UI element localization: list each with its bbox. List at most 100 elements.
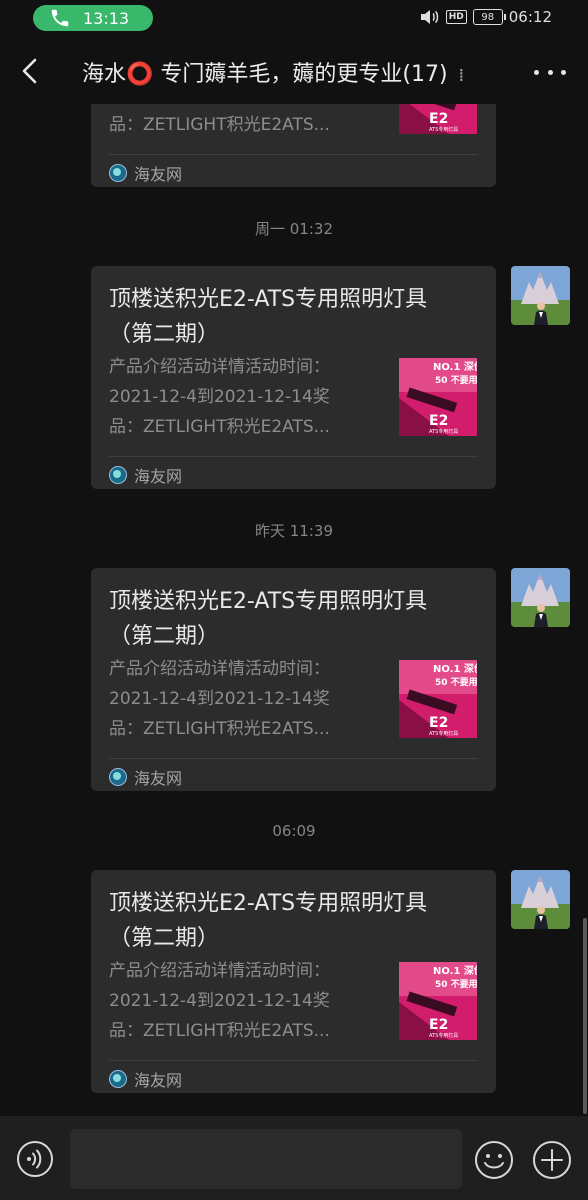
sender-avatar[interactable] bbox=[511, 266, 570, 325]
avatar-image bbox=[511, 870, 570, 929]
thumb-product: E2 bbox=[429, 413, 448, 429]
dot bbox=[561, 69, 566, 75]
link-source: 海友网 bbox=[109, 765, 182, 789]
avatar-image bbox=[511, 266, 570, 325]
thumb-headline-2: 50 不要用 bbox=[435, 979, 477, 990]
message-timestamp: 06:09 bbox=[272, 822, 316, 840]
phone-icon bbox=[51, 9, 69, 27]
title-line: 顶楼送积光E2-ATS专用照明灯具 bbox=[109, 287, 428, 312]
thumb-tagline: ATS专用灯具 bbox=[429, 126, 458, 133]
thumb-headline-1: NO.1 深创 bbox=[433, 964, 477, 977]
link-thumbnail: NO.1 深创 50 不要用 E2 ATS专用灯具 bbox=[399, 104, 477, 134]
sender-avatar[interactable] bbox=[511, 568, 570, 627]
link-card[interactable]: 顶楼送积光E2-ATS专用照明灯具 （第二期） 产品介绍活动详情活动时间： 20… bbox=[91, 266, 496, 489]
link-card[interactable]: 顶楼送积光E2-ATS专用照明灯具 （第二期） 产品介绍活动详情活动时间： 20… bbox=[91, 568, 496, 791]
link-card-title: 顶楼送积光E2-ATS专用照明灯具 （第二期） bbox=[109, 584, 479, 654]
source-name: 海友网 bbox=[134, 1071, 183, 1090]
avatar-image bbox=[511, 568, 570, 627]
status-indicators: HD 98 06:12 bbox=[420, 8, 552, 26]
desc-line: 品：ZETLIGHT积光E2ATS... bbox=[109, 115, 330, 135]
source-name: 海友网 bbox=[134, 769, 183, 788]
ongoing-call-pill[interactable]: 13:13 bbox=[33, 5, 153, 31]
desc-line: 2021-12-4到2021-12-14奖 bbox=[109, 991, 330, 1011]
link-thumbnail: NO.1 深创 50 不要用 E2 ATS专用灯具 bbox=[399, 358, 477, 436]
more-options-icon[interactable] bbox=[534, 58, 566, 86]
link-card-description: 产品介绍活动详情活动时间： 2021-12-4到2021-12-14奖 品：ZE… bbox=[109, 956, 371, 1046]
link-card-description: 产品介绍活动详情活动时间： 2021-12-4到2021-12-14奖 品：ZE… bbox=[109, 104, 371, 140]
source-logo-icon bbox=[109, 466, 127, 484]
desc-line: 品：ZETLIGHT积光E2ATS... bbox=[109, 719, 330, 739]
source-logo-icon bbox=[109, 1070, 127, 1088]
divider bbox=[109, 758, 478, 759]
message-timestamp: 周一 01:32 bbox=[255, 220, 333, 238]
chat-title-text: 海水⭕ 专门薅羊毛，薅的更专业(17) bbox=[82, 62, 448, 87]
link-thumbnail: NO.1 深创 50 不要用 E2 ATS专用灯具 bbox=[399, 660, 477, 738]
title-line: （第二期） bbox=[109, 926, 220, 951]
divider bbox=[109, 456, 478, 457]
back-arrow-icon[interactable] bbox=[14, 54, 48, 88]
thumb-product: E2 bbox=[429, 1017, 448, 1033]
title-line: 顶楼送积光E2-ATS专用照明灯具 bbox=[109, 589, 428, 614]
link-source: 海友网 bbox=[109, 463, 182, 487]
thumb-tagline: ATS专用灯具 bbox=[429, 730, 458, 737]
message-input[interactable] bbox=[70, 1129, 462, 1189]
voice-input-icon[interactable] bbox=[16, 1140, 54, 1178]
link-card-title: 顶楼送积光E2-ATS专用照明灯具 （第二期） bbox=[109, 886, 479, 956]
message-list[interactable]: 顶楼送积光E2-ATS专用照明灯具 （第二期） 产品介绍活动详情活动时间： 20… bbox=[0, 104, 588, 1116]
thumb-headline-1: NO.1 深创 bbox=[433, 662, 477, 675]
title-line: （第二期） bbox=[109, 322, 220, 347]
thumb-headline-1: NO.1 深创 bbox=[433, 360, 477, 373]
message-timestamp: 昨天 11:39 bbox=[255, 522, 333, 540]
desc-line: 产品介绍活动详情活动时间： bbox=[109, 659, 330, 679]
call-duration: 13:13 bbox=[83, 8, 130, 28]
source-logo-icon bbox=[109, 164, 127, 182]
dot bbox=[534, 69, 539, 75]
source-name: 海友网 bbox=[134, 165, 183, 184]
divider bbox=[109, 154, 478, 155]
thumb-product: E2 bbox=[429, 715, 448, 731]
desc-line: 产品介绍活动详情活动时间： bbox=[109, 357, 330, 377]
divider bbox=[109, 1060, 478, 1061]
chat-title: 海水⭕ 专门薅羊毛，薅的更专业(17) ⁞ bbox=[82, 56, 506, 88]
link-card-description: 产品介绍活动详情活动时间： 2021-12-4到2021-12-14奖 品：ZE… bbox=[109, 352, 371, 442]
thumb-tagline: ATS专用灯具 bbox=[429, 428, 458, 435]
thumb-headline-2: 50 不要用 bbox=[435, 677, 477, 688]
source-logo-icon bbox=[109, 768, 127, 786]
thumb-headline-2: 50 不要用 bbox=[435, 375, 477, 386]
desc-line: 品：ZETLIGHT积光E2ATS... bbox=[109, 1021, 330, 1041]
link-card-title: 顶楼送积光E2-ATS专用照明灯具 （第二期） bbox=[109, 282, 479, 352]
desc-line: 产品介绍活动详情活动时间： bbox=[109, 961, 330, 981]
battery-icon: 98 bbox=[472, 9, 506, 25]
battery-level: 98 bbox=[481, 11, 495, 23]
title-line: （第二期） bbox=[109, 624, 220, 649]
clock: 06:12 bbox=[508, 8, 552, 26]
link-card-description: 产品介绍活动详情活动时间： 2021-12-4到2021-12-14奖 品：ZE… bbox=[109, 654, 371, 744]
plus-icon[interactable] bbox=[532, 1140, 572, 1180]
title-line: 顶楼送积光E2-ATS专用照明灯具 bbox=[109, 891, 428, 916]
volume-icon bbox=[420, 10, 438, 24]
product-image: NO.1 深创 50 不要用 E2 ATS专用灯具 bbox=[399, 104, 477, 134]
desc-line: 品：ZETLIGHT积光E2ATS... bbox=[109, 417, 330, 437]
link-source: 海友网 bbox=[109, 1067, 182, 1091]
product-image: NO.1 深创 50 不要用 E2 ATS专用灯具 bbox=[399, 660, 477, 738]
link-card[interactable]: 顶楼送积光E2-ATS专用照明灯具 （第二期） 产品介绍活动详情活动时间： 20… bbox=[91, 104, 496, 187]
dot bbox=[547, 69, 553, 75]
hd-badge: HD bbox=[445, 10, 467, 24]
product-image: NO.1 深创 50 不要用 E2 ATS专用灯具 bbox=[399, 358, 477, 436]
scrollbar[interactable] bbox=[583, 918, 587, 1114]
sender-avatar[interactable] bbox=[511, 870, 570, 929]
chat-header: 海水⭕ 专门薅羊毛，薅的更专业(17) ⁞ bbox=[0, 40, 588, 104]
link-source: 海友网 bbox=[109, 161, 182, 185]
emoji-icon[interactable] bbox=[474, 1140, 514, 1180]
link-thumbnail: NO.1 深创 50 不要用 E2 ATS专用灯具 bbox=[399, 962, 477, 1040]
truncation-mark: ⁞ bbox=[458, 65, 465, 86]
thumb-tagline: ATS专用灯具 bbox=[429, 1032, 458, 1039]
input-bar bbox=[0, 1116, 588, 1200]
status-bar: 13:13 HD 98 06:12 bbox=[0, 0, 588, 36]
link-card[interactable]: 顶楼送积光E2-ATS专用照明灯具 （第二期） 产品介绍活动详情活动时间： 20… bbox=[91, 870, 496, 1093]
product-image: NO.1 深创 50 不要用 E2 ATS专用灯具 bbox=[399, 962, 477, 1040]
source-name: 海友网 bbox=[134, 467, 183, 486]
desc-line: 2021-12-4到2021-12-14奖 bbox=[109, 689, 330, 709]
desc-line: 2021-12-4到2021-12-14奖 bbox=[109, 387, 330, 407]
thumb-product: E2 bbox=[429, 111, 448, 127]
